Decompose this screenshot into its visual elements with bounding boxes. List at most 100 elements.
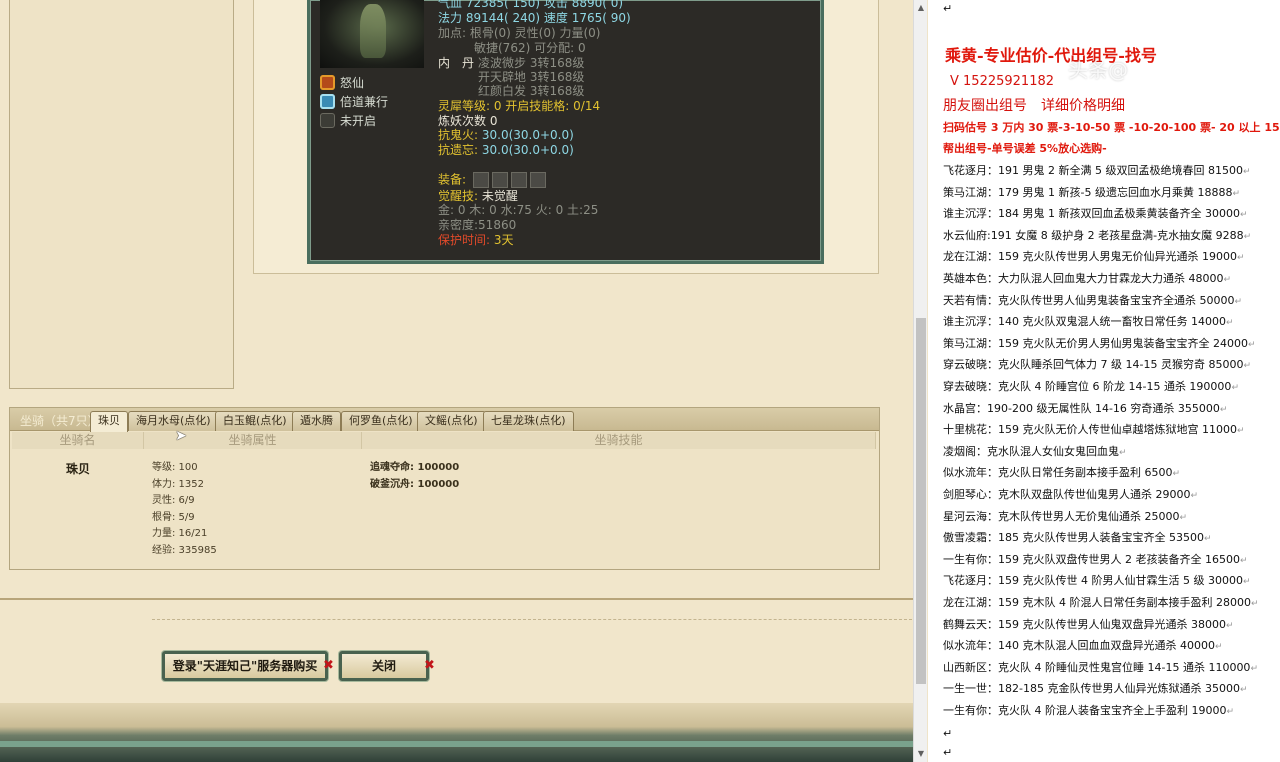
stat-label: 保护时间: xyxy=(438,233,491,247)
close-x-icon: ✖ xyxy=(424,658,435,673)
equip-slot[interactable] xyxy=(510,172,527,188)
mount-skills: 追魂夺命: 100000 破釜沉舟: 100000 xyxy=(370,460,459,493)
listing-row: 穿去破晓：克火队 4 阶睡宫位 6 阶龙 14-15 通杀 190000↵ xyxy=(943,378,1239,394)
listing-text: 策马江湖：179 男鬼 1 新孩-5 级遗忘回血水月乘黄 18888 xyxy=(943,185,1233,199)
listing-row: 谁主沉浮：184 男鬼 1 新孩双回血孟极乘黄装备齐全 30000↵ xyxy=(943,205,1248,221)
return-mark: ↵ xyxy=(1203,534,1212,545)
mount-attr: 等级: 100 xyxy=(152,462,198,473)
mount-attr: 根骨: 5/9 xyxy=(152,511,195,523)
pet-skill-1[interactable]: 怒仙 xyxy=(320,74,364,91)
listing-row: 谁主沉浮：140 克火队双鬼混人统一畜牧日常任务 14000↵ xyxy=(943,313,1234,329)
listing-text: 十里桃花：159 克火队无价人传世仙卓越塔炼狱地宫 11000 xyxy=(943,423,1237,437)
stat-zhuangbei: 装备: xyxy=(438,172,546,188)
stat-qixue: 气血 72385( 150) 攻击 8890( 0) xyxy=(438,0,624,10)
login-buy-button[interactable]: 登录"天涯知己"服务器购买 xyxy=(162,651,328,681)
return-mark: ↵ xyxy=(1236,253,1245,264)
col-header-name: 坐骑名 xyxy=(12,432,144,449)
equip-slot[interactable] xyxy=(491,172,508,188)
pet-skill-label: 倍道兼行 xyxy=(340,95,389,109)
tab-mount-3[interactable]: 白玉鲲(点化) xyxy=(215,411,295,431)
equip-slot[interactable] xyxy=(529,172,546,188)
return-mark: ↵ xyxy=(1243,231,1252,242)
stat-qinmi: 亲密度:51860 xyxy=(438,218,517,232)
tab-mount-7[interactable]: 七星龙珠(点化) xyxy=(483,411,574,431)
tab-mount-2[interactable]: 海月水母(点化) xyxy=(128,411,219,431)
listing-row: 天若有情：克火队传世男人仙男鬼装备宝宝齐全通杀 50000↵ xyxy=(943,292,1242,308)
tab-mount-4[interactable]: 遁水腾 xyxy=(292,411,341,431)
return-mark: ↵ xyxy=(943,746,953,759)
vertical-scrollbar[interactable]: ▲ ▼ xyxy=(913,0,927,762)
listing-text: 英雄本色：大力队混人回血鬼大力甘霖龙大力通杀 48000 xyxy=(943,272,1224,285)
listing-row: 傲雪凌霜：185 克火队传世男人装备宝宝齐全 53500↵ xyxy=(943,529,1212,545)
stat-wuxing: 金: 0 木: 0 水:75 火: 0 土:25 xyxy=(438,203,599,217)
return-mark: ↵ xyxy=(1223,275,1232,285)
return-mark: ↵ xyxy=(1242,577,1251,588)
listing-text: 龙在江湖：159 克木队 4 阶混人日常任务副本接手盈利 28000 xyxy=(943,596,1251,609)
contact-phone: V 15225921182 xyxy=(950,74,1055,89)
stat-neidan-2: 开天辟地 3转168级 xyxy=(478,70,585,84)
listing-text: 一生有你：克火队 4 阶混人装备宝宝齐全上手盈利 19000 xyxy=(943,704,1227,717)
return-mark: ↵ xyxy=(1119,447,1127,458)
return-mark: ↵ xyxy=(1179,512,1188,523)
tab-mount-6[interactable]: 文鳐(点化) xyxy=(417,411,486,431)
close-button[interactable]: 关闭 xyxy=(339,651,429,681)
tab-mount-1[interactable]: 珠贝 xyxy=(90,411,128,432)
pet-skill-label: 怒仙 xyxy=(340,76,365,90)
mount-attr: 灵性: 6/9 xyxy=(152,495,195,507)
listing-text: 天若有情：克火队传世男人仙男鬼装备宝宝齐全通杀 50000 xyxy=(943,293,1235,307)
stat-fali: 法力 89144( 240) 速度 1765( 90) xyxy=(438,11,631,25)
friend-circle-note: 朋友圈出组号 详细价格明细 xyxy=(943,98,1125,114)
pet-skill-3[interactable]: 未开启 xyxy=(320,112,376,129)
listing-row: 水云仙府:191 女魔 8 级护身 2 老孩星盘满-克水抽女魔 9288↵ xyxy=(943,227,1251,243)
stat-lianyao: 炼妖次数 0 xyxy=(438,114,498,128)
stat-juexing: 觉醒技: 未觉醒 xyxy=(438,189,518,203)
watermark: 头条@ xyxy=(1068,58,1128,82)
stat-neidan-3: 红颜白发 3转168级 xyxy=(478,84,585,98)
col-header-skill: 坐骑技能 xyxy=(362,432,876,449)
stat-value: 30.0(30.0+0.0) xyxy=(481,128,574,142)
stat-label: 抗遗忘: xyxy=(438,143,479,157)
listing-text: 傲雪凌霜：185 克火队传世男人装备宝宝齐全 53500 xyxy=(943,531,1204,545)
stat-value: 3天 xyxy=(493,233,514,247)
left-list-panel xyxy=(9,0,234,389)
return-mark: ↵ xyxy=(1247,339,1256,350)
return-mark: ↵ xyxy=(1250,599,1259,609)
listing-text: 似水流年：克火队日常任务副本接手盈利 6500 xyxy=(943,466,1173,480)
swift-icon xyxy=(320,94,335,109)
return-mark: ↵ xyxy=(1219,404,1228,415)
listing-row: 似水流年：克火队日常任务副本接手盈利 6500↵ xyxy=(943,464,1180,480)
listing-row: 英雄本色：大力队混人回血鬼大力甘霖龙大力通杀 48000↵ xyxy=(943,270,1231,286)
stat-label: 觉醒技: xyxy=(438,189,479,203)
return-mark: ↵ xyxy=(1242,167,1251,177)
stat-jiadian: 加点: 根骨(0) 灵性(0) 力量(0) xyxy=(438,26,601,40)
dashed-divider xyxy=(152,619,912,620)
return-mark: ↵ xyxy=(943,2,953,15)
pet-skill-2[interactable]: 倍道兼行 xyxy=(320,93,388,110)
mount-panel-title: 坐骑（共7只） xyxy=(20,414,100,428)
listing-text: 穿去破晓：克火队 4 阶睡宫位 6 阶龙 14-15 通杀 190000 xyxy=(943,380,1232,393)
stat-value: 30.0(30.0+0.0) xyxy=(481,143,574,157)
listing-row: 飞花逐月：191 男鬼 2 新全满 5 级双回孟极绝境春回 81500↵ xyxy=(943,162,1251,178)
mount-skill: 破釜沉舟: 100000 xyxy=(370,478,460,490)
scroll-down-icon[interactable]: ▼ xyxy=(914,746,928,762)
stat-baohu: 保护时间: 3天 xyxy=(438,233,514,247)
listing-row: 似水流年：140 克木队混人回血血双盘异光通杀 40000↵ xyxy=(943,637,1223,653)
listing-row: 一生有你：克火队 4 阶混人装备宝宝齐全上手盈利 19000↵ xyxy=(943,702,1234,718)
return-mark: ↵ xyxy=(1225,620,1234,631)
mount-panel: 坐骑（共7只） 珠贝 海月水母(点化) 白玉鲲(点化) 遁水腾 何罗鱼(点化) … xyxy=(9,407,880,570)
divider xyxy=(0,598,913,600)
listing-row: 星河云海：克木队传世男人无价鬼仙通杀 25000↵ xyxy=(943,508,1187,524)
listing-text: 策马江湖：159 克火队无价男人男仙男鬼装备宝宝齐全 24000 xyxy=(943,336,1248,350)
return-mark: ↵ xyxy=(1234,296,1243,307)
mount-attr: 力量: 16/21 xyxy=(152,528,208,540)
equip-slot[interactable] xyxy=(472,172,489,188)
listing-text: 鹤舞云天：159 克火队传世男人仙鬼双盘异光通杀 38000 xyxy=(943,617,1226,631)
return-mark: ↵ xyxy=(1226,707,1235,717)
listing-row: 飞花逐月：159 克火队传世 4 阶男人仙甘霖生活 5 级 30000↵ xyxy=(943,572,1251,588)
listing-text: 水云仙府:191 女魔 8 级护身 2 老孩星盘满-克水抽女魔 9288 xyxy=(943,228,1244,242)
tab-mount-5[interactable]: 何罗鱼(点化) xyxy=(341,411,421,431)
scroll-thumb[interactable] xyxy=(916,318,926,684)
price-list-document: ↵ 乘黄-专业估价-代出组号-找号 V 15225921182 头条@ 朋友圈出… xyxy=(928,0,1280,762)
stat-lingxi: 灵犀等级: 0 开启技能格: 0/14 xyxy=(438,99,601,113)
scroll-up-icon[interactable]: ▲ xyxy=(914,0,928,16)
